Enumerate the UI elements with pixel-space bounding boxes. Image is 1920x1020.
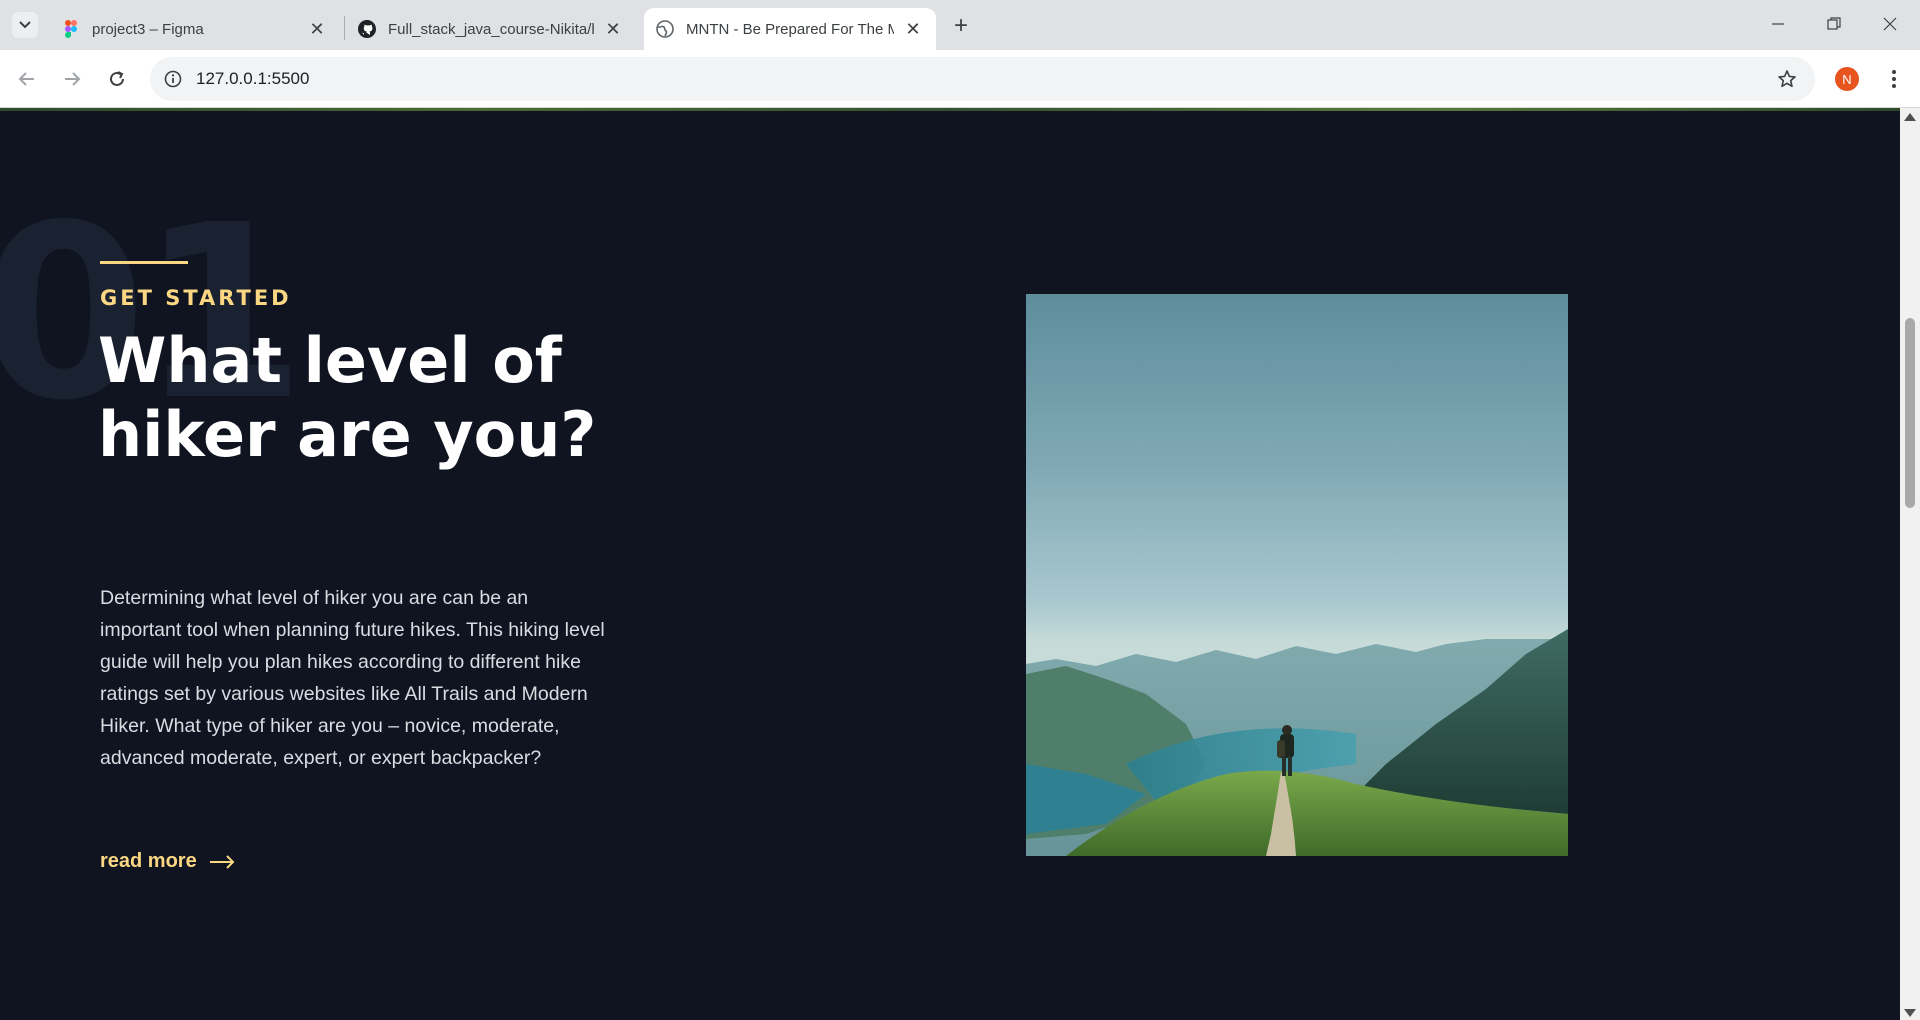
tab-title: project3 – Figma	[92, 20, 204, 38]
tab-title: MNTN - Be Prepared For The M	[686, 20, 894, 38]
chevron-down-icon	[19, 21, 31, 29]
restore-button[interactable]	[1806, 0, 1862, 48]
close-icon[interactable]: ✕	[602, 18, 624, 40]
avatar[interactable]: N	[1835, 67, 1859, 91]
tab-mntn[interactable]: MNTN - Be Prepared For The M ✕	[644, 8, 936, 50]
section-body: Determining what level of hiker you are …	[100, 587, 605, 769]
scroll-down-icon[interactable]	[1904, 1009, 1916, 1017]
reload-icon	[110, 71, 124, 86]
globe-icon	[656, 20, 674, 38]
url-text[interactable]: 127.0.0.1:5500	[196, 69, 309, 89]
minimize-icon	[1772, 23, 1784, 25]
forward-button[interactable]	[58, 65, 86, 93]
accent-line	[100, 261, 188, 264]
tab-figma[interactable]: project3 – Figma ✕	[50, 8, 340, 50]
minimize-button[interactable]	[1750, 0, 1806, 48]
close-icon[interactable]: ✕	[306, 18, 328, 40]
reload-button[interactable]	[103, 65, 131, 93]
tab-strip: project3 – Figma ✕ Full_stack_java_cours…	[0, 0, 1920, 50]
scrollbar-thumb[interactable]	[1905, 318, 1915, 508]
tab-github[interactable]: Full_stack_java_course-Nikita/ht ✕	[346, 8, 636, 50]
arrow-right-icon	[209, 854, 235, 869]
star-icon[interactable]	[1775, 67, 1799, 91]
tab-separator	[344, 16, 345, 40]
close-icon[interactable]: ✕	[902, 18, 924, 40]
arrow-right-icon	[65, 72, 81, 86]
page-scrollbar[interactable]	[1900, 108, 1920, 1020]
tab-search-button[interactable]	[12, 12, 38, 38]
page-viewport: 01 GET STARTED What level of hiker are y…	[0, 108, 1900, 1020]
more-menu-icon[interactable]	[1880, 64, 1908, 94]
close-icon	[1883, 17, 1897, 31]
close-window-button[interactable]	[1862, 0, 1918, 48]
tab-title: Full_stack_java_course-Nikita/ht	[388, 20, 594, 38]
read-more-link[interactable]: read more	[100, 850, 235, 873]
scroll-up-icon[interactable]	[1904, 113, 1916, 121]
section-heading: What level of hiker are you?	[98, 324, 597, 471]
arrow-left-icon	[18, 72, 34, 86]
info-icon[interactable]	[162, 68, 184, 90]
browser-toolbar: 127.0.0.1:5500	[0, 50, 1920, 108]
figma-icon	[62, 20, 80, 38]
back-button[interactable]	[13, 65, 41, 93]
section-eyebrow: GET STARTED	[100, 286, 292, 310]
new-tab-button[interactable]: +	[948, 12, 974, 39]
hiker-mountain-photo	[1026, 294, 1568, 856]
address-bar[interactable]: 127.0.0.1:5500	[150, 57, 1815, 101]
previous-section-edge	[0, 108, 1900, 111]
github-icon	[358, 20, 376, 38]
restore-icon	[1827, 17, 1841, 30]
read-more-label: read more	[100, 850, 197, 872]
